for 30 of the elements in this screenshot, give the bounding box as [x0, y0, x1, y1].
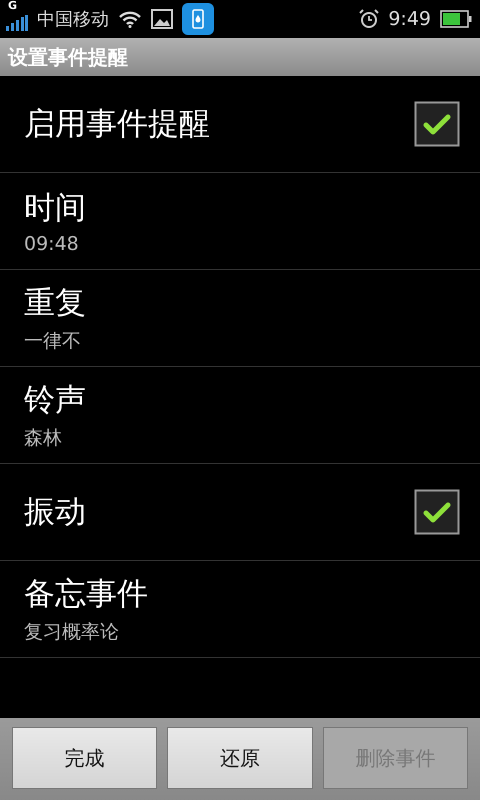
setting-label: 振动	[24, 493, 86, 532]
checkbox[interactable]	[414, 101, 460, 147]
setting-value: 一律不	[24, 329, 82, 354]
settings-row[interactable]: 时间 09:48	[0, 173, 480, 270]
signal-icon	[6, 15, 28, 31]
action-button[interactable]: 还原	[167, 727, 313, 789]
alarm-clock-icon	[359, 9, 380, 29]
screen-title: 设置事件提醒	[8, 44, 128, 70]
setting-label: 备忘事件	[24, 575, 148, 614]
settings-row[interactable]: 启用事件提醒	[0, 76, 480, 173]
image-icon	[151, 9, 173, 29]
battery-icon	[440, 10, 472, 28]
wifi-icon	[118, 10, 142, 28]
settings-row[interactable]: 备忘事件 复习概率论	[0, 561, 480, 658]
battery-saver-icon[interactable]	[182, 3, 214, 35]
checkbox[interactable]	[414, 489, 460, 535]
settings-row[interactable]: 振动	[0, 464, 480, 561]
network-type: G	[8, 0, 18, 12]
setting-label: 时间	[24, 189, 86, 228]
setting-label: 启用事件提醒	[24, 105, 210, 144]
carrier-name: 中国移动	[37, 8, 109, 31]
setting-value: 森林	[24, 426, 63, 451]
settings-row[interactable]: 重复 一律不	[0, 270, 480, 367]
setting-value: 09:48	[24, 233, 80, 255]
setting-label: 重复	[24, 284, 86, 323]
setting-value: 复习概率论	[24, 620, 120, 645]
action-button[interactable]: 完成	[12, 727, 158, 789]
clock-time: 9:49	[388, 8, 431, 30]
setting-label: 铃声	[24, 381, 86, 420]
settings-row[interactable]: 铃声 森林	[0, 367, 480, 464]
